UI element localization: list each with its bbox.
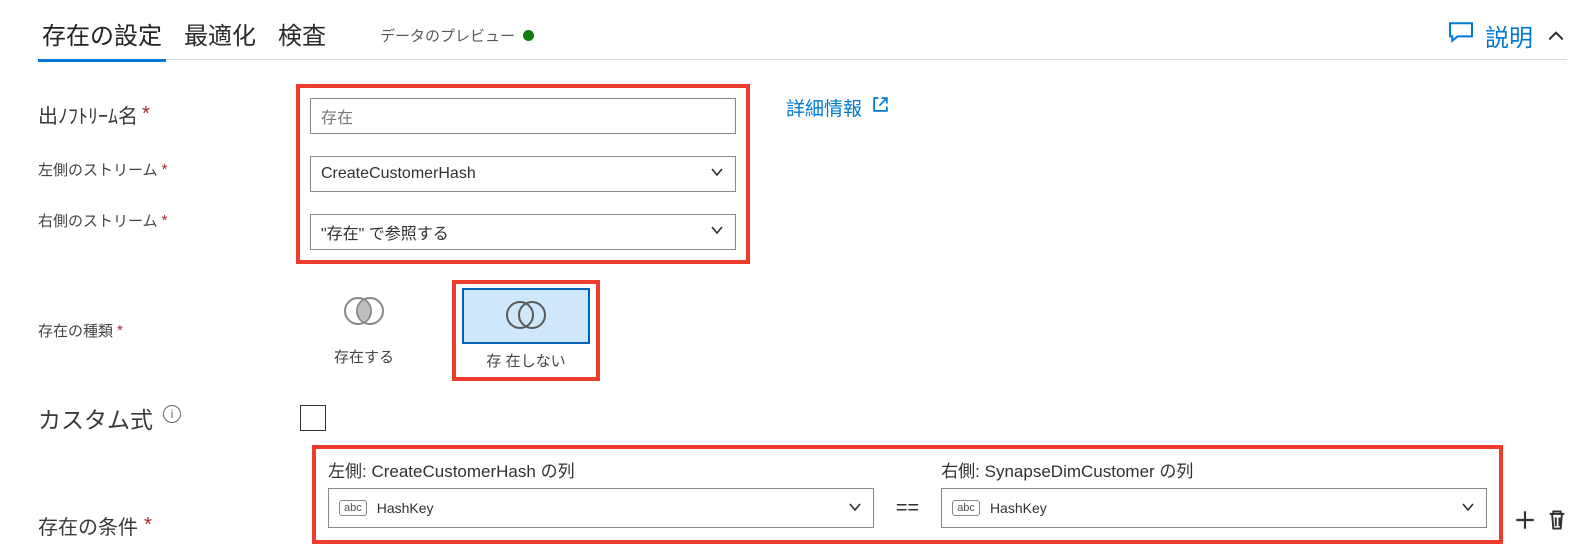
required-asterisk: * bbox=[142, 103, 150, 126]
exist-type-notexists-highlight: 存 在しない bbox=[456, 284, 596, 377]
output-stream-input[interactable]: 存在 bbox=[310, 98, 736, 134]
info-icon[interactable]: i bbox=[163, 405, 181, 423]
exist-type-not-exists[interactable] bbox=[462, 288, 590, 344]
stream-settings-group: 存在 CreateCustomerHash "存在" で参照する bbox=[300, 88, 746, 260]
external-link-icon bbox=[872, 96, 889, 119]
required-asterisk: * bbox=[144, 514, 152, 537]
chevron-down-icon bbox=[1460, 499, 1476, 518]
tab-inspect[interactable]: 検査 bbox=[274, 10, 330, 61]
cond-left-column-select[interactable]: abc HashKey bbox=[328, 488, 874, 528]
status-dot-icon bbox=[523, 30, 534, 41]
delete-condition-button[interactable] bbox=[1547, 509, 1567, 534]
right-stream-value: "存在" で参照する bbox=[321, 220, 449, 244]
description-label: 説明 bbox=[1485, 18, 1533, 53]
custom-expression-checkbox[interactable] bbox=[300, 405, 326, 431]
cond-left-value: HashKey bbox=[377, 500, 434, 516]
chevron-down-icon bbox=[847, 499, 863, 518]
left-stream-value: CreateCustomerHash bbox=[321, 165, 476, 183]
exist-type-options: 存在する 存 在しない bbox=[300, 284, 596, 377]
learn-more-link[interactable]: 詳細情報 bbox=[786, 94, 889, 121]
required-asterisk: * bbox=[162, 212, 168, 229]
exist-type-exists-label: 存在する bbox=[300, 346, 428, 367]
cond-right-header: 右側: SynapseDimCustomer の列 bbox=[941, 457, 1487, 482]
tab-optimize[interactable]: 最適化 bbox=[180, 10, 260, 61]
collapse-button[interactable] bbox=[1545, 25, 1567, 47]
equals-operator: == bbox=[896, 497, 919, 520]
exist-type-exists[interactable] bbox=[300, 284, 428, 340]
cond-left-header: 左側: CreateCustomerHash の列 bbox=[328, 457, 874, 482]
required-asterisk: * bbox=[162, 161, 168, 178]
description-link[interactable]: 説明 bbox=[1447, 18, 1533, 53]
right-stream-label: 右側のストリーム bbox=[38, 210, 158, 231]
tab-exist-settings[interactable]: 存在の設定 bbox=[38, 10, 166, 61]
output-stream-label: 出ﾉﾌﾄﾘｰﾑ名 bbox=[38, 100, 138, 129]
exist-type-label: 存在の種類 bbox=[38, 320, 113, 341]
comment-icon bbox=[1447, 21, 1475, 50]
exist-type-not-exists-label: 存 在しない bbox=[462, 350, 590, 371]
tabs-bar: 存在の設定 最適化 検査 データのプレビュー 説明 bbox=[38, 12, 1567, 60]
string-type-icon: abc bbox=[952, 500, 980, 516]
data-preview-label: データのプレビュー bbox=[380, 25, 515, 46]
add-condition-button[interactable] bbox=[1515, 509, 1535, 534]
string-type-icon: abc bbox=[339, 500, 367, 516]
custom-expression-label: カスタム式 bbox=[38, 401, 153, 435]
left-stream-label: 左側のストリーム bbox=[38, 159, 158, 180]
exist-conditions-label: 存在の条件 bbox=[38, 511, 138, 540]
learn-more-label: 詳細情報 bbox=[786, 94, 862, 121]
chevron-down-icon bbox=[709, 222, 725, 243]
exist-conditions-group: 左側: CreateCustomerHash の列 abc HashKey ==… bbox=[316, 449, 1499, 540]
required-asterisk: * bbox=[117, 322, 123, 339]
cond-right-column-select[interactable]: abc HashKey bbox=[941, 488, 1487, 528]
output-stream-value: 存在 bbox=[321, 104, 353, 128]
chevron-down-icon bbox=[709, 164, 725, 185]
tab-data-preview[interactable]: データのプレビュー bbox=[380, 25, 534, 46]
venn-difference-icon bbox=[502, 298, 550, 335]
left-stream-select[interactable]: CreateCustomerHash bbox=[310, 156, 736, 192]
right-stream-select[interactable]: "存在" で参照する bbox=[310, 214, 736, 250]
cond-right-value: HashKey bbox=[990, 500, 1047, 516]
venn-intersection-icon bbox=[340, 294, 388, 331]
